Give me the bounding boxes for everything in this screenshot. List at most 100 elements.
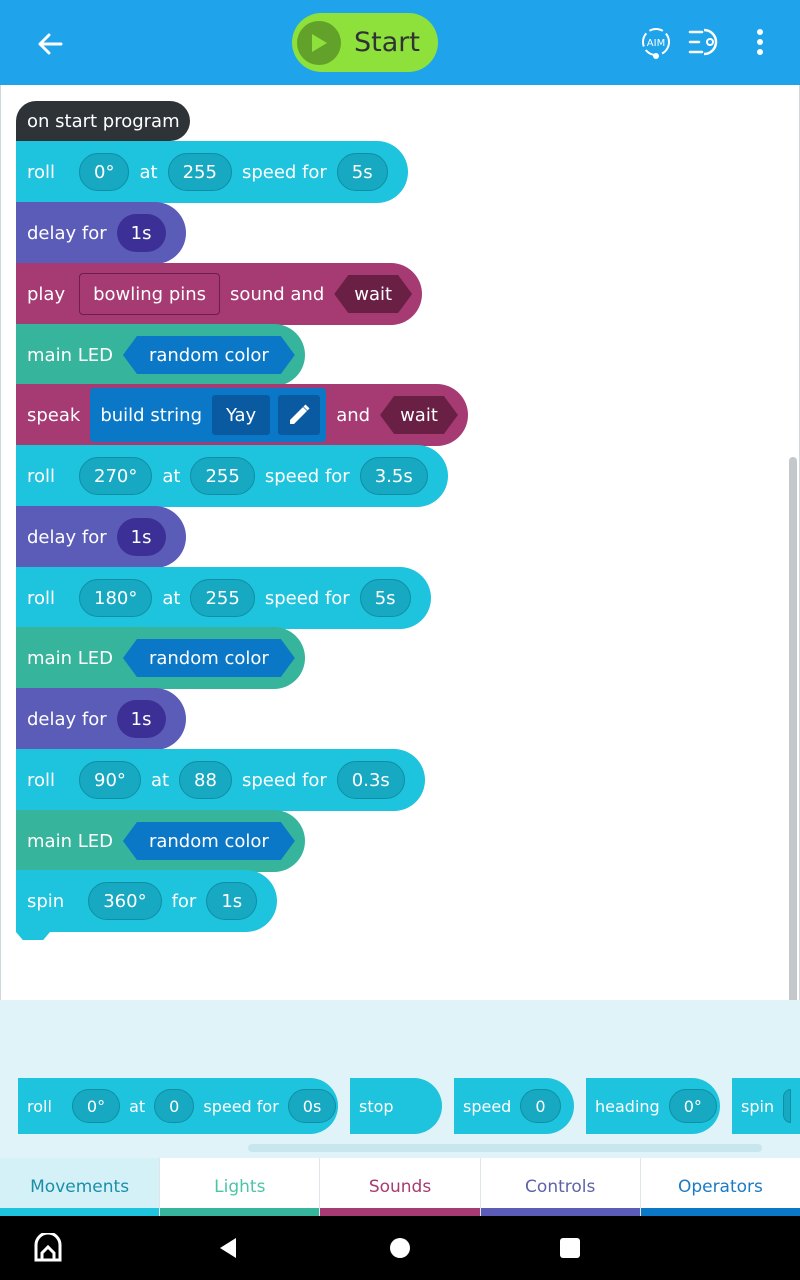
- heading-input[interactable]: 180°: [79, 579, 153, 617]
- string-input[interactable]: Yay: [212, 395, 271, 435]
- back-arrow-icon[interactable]: [30, 24, 70, 64]
- tab-operators[interactable]: Operators: [640, 1158, 800, 1216]
- roll-block[interactable]: roll 270° at 255 speed for 3.5s: [16, 445, 448, 507]
- and-label: and: [336, 404, 371, 426]
- at-label: at: [139, 161, 158, 183]
- sound-dropdown[interactable]: bowling pins: [79, 273, 221, 315]
- tab-controls[interactable]: Controls: [480, 1158, 641, 1216]
- color-input[interactable]: random color: [123, 822, 295, 860]
- main-led-block[interactable]: main LED random color: [16, 324, 305, 386]
- color-input[interactable]: random color: [123, 336, 295, 374]
- delay-label: delay for: [27, 526, 107, 548]
- tray-speed-block[interactable]: speed 0: [454, 1078, 574, 1134]
- tray-spin-block[interactable]: spin: [732, 1078, 800, 1134]
- tab-movements[interactable]: Movements: [0, 1158, 161, 1216]
- color-input[interactable]: random color: [123, 639, 295, 677]
- tab-color-bar: [0, 1208, 160, 1216]
- heading-input[interactable]: 0°: [668, 1089, 717, 1123]
- play-icon: [297, 20, 341, 65]
- main-led-block[interactable]: main LED random color: [16, 627, 305, 689]
- wait-dropdown[interactable]: wait: [334, 275, 412, 313]
- drive-icon[interactable]: [686, 22, 726, 62]
- speed-input[interactable]: 0: [520, 1089, 561, 1123]
- delay-block[interactable]: delay for 1s: [16, 202, 186, 264]
- program-canvas[interactable]: on start program roll 0° at 255 speed fo…: [0, 85, 800, 1051]
- roll-label: roll: [27, 769, 56, 791]
- speed-input[interactable]: 88: [179, 761, 232, 799]
- duration-input[interactable]: 5s: [336, 153, 388, 191]
- block-tray[interactable]: roll 0° at 0 speed for 0s stop speed 0 h…: [0, 1000, 800, 1158]
- delay-label: delay for: [27, 708, 107, 730]
- category-tabs: Movements Lights Sounds Controls Operato…: [0, 1158, 800, 1216]
- delay-input[interactable]: 1s: [116, 214, 166, 252]
- duration-input[interactable]: 0s: [287, 1089, 337, 1123]
- spin-label: spin: [27, 890, 65, 912]
- horizontal-scrollbar[interactable]: [248, 1144, 762, 1152]
- spin-block[interactable]: spin 360° for 1s: [16, 870, 278, 932]
- on-start-program-block[interactable]: on start program: [16, 101, 190, 141]
- tray-heading-block[interactable]: heading 0°: [586, 1078, 720, 1134]
- for-label: for: [171, 890, 197, 912]
- roll-label: roll: [27, 161, 56, 183]
- delay-input[interactable]: 1s: [116, 518, 166, 556]
- speed-input[interactable]: 255: [190, 579, 255, 617]
- speed-input[interactable]: 255: [167, 153, 232, 191]
- more-options-icon[interactable]: [740, 22, 780, 62]
- roll-block[interactable]: roll 90° at 88 speed for 0.3s: [16, 749, 425, 811]
- start-button[interactable]: Start: [292, 13, 438, 72]
- system-nav-bar: [0, 1216, 800, 1280]
- speed-for-label: speed for: [203, 1096, 279, 1116]
- top-app-bar: Start AIM: [0, 0, 800, 85]
- angle-input[interactable]: [783, 1089, 791, 1123]
- speed-input[interactable]: 255: [190, 457, 255, 495]
- nav-home-icon[interactable]: [384, 1232, 416, 1264]
- build-string-label: build string: [100, 404, 202, 426]
- tab-label: Controls: [525, 1177, 596, 1197]
- sound-and-label: sound and: [230, 283, 325, 305]
- at-label: at: [162, 587, 181, 609]
- roll-label: roll: [27, 587, 56, 609]
- aim-icon[interactable]: AIM: [636, 22, 676, 62]
- speed-input[interactable]: 0: [154, 1089, 195, 1123]
- delay-input[interactable]: 1s: [116, 700, 166, 738]
- play-sound-block[interactable]: play bowling pins sound and wait: [16, 263, 423, 325]
- delay-block[interactable]: delay for 1s: [16, 688, 186, 750]
- main-led-label: main LED: [27, 344, 113, 366]
- heading-input[interactable]: 270°: [79, 457, 153, 495]
- roll-label: roll: [27, 465, 56, 487]
- tab-label: Sounds: [368, 1177, 432, 1197]
- tab-lights[interactable]: Lights: [160, 1158, 321, 1216]
- tray-stop-block[interactable]: stop: [350, 1078, 442, 1134]
- at-label: at: [129, 1096, 146, 1116]
- edit-pencil-icon[interactable]: [278, 395, 321, 435]
- on-start-label: on start program: [27, 110, 180, 132]
- speed-for-label: speed for: [264, 587, 350, 609]
- roll-block[interactable]: roll 180° at 255 speed for 5s: [16, 567, 431, 629]
- at-label: at: [162, 465, 181, 487]
- tray-roll-block[interactable]: roll 0° at 0 speed for 0s: [18, 1078, 338, 1134]
- duration-input[interactable]: 1s: [206, 882, 258, 920]
- heading-input[interactable]: 0°: [79, 153, 130, 191]
- roll-block[interactable]: roll 0° at 255 speed for 5s: [16, 141, 408, 203]
- speak-label: speak: [27, 404, 81, 426]
- nav-back-icon[interactable]: [212, 1232, 244, 1264]
- svg-text:AIM: AIM: [647, 38, 665, 49]
- speed-for-label: speed for: [241, 161, 327, 183]
- angle-input[interactable]: 360°: [88, 882, 162, 920]
- nav-recents-icon[interactable]: [554, 1232, 586, 1264]
- delay-block[interactable]: delay for 1s: [16, 506, 186, 568]
- duration-input[interactable]: 0.3s: [336, 761, 405, 799]
- heading-label: heading: [595, 1096, 660, 1116]
- heading-input[interactable]: 90°: [79, 761, 141, 799]
- duration-input[interactable]: 3.5s: [359, 457, 428, 495]
- heading-input[interactable]: 0°: [71, 1089, 121, 1123]
- main-led-block[interactable]: main LED random color: [16, 810, 305, 872]
- build-string-block[interactable]: build string Yay: [90, 388, 327, 442]
- vertical-scrollbar[interactable]: [789, 457, 797, 1051]
- speak-block[interactable]: speak build string Yay and wait: [16, 384, 468, 446]
- sphero-app-icon[interactable]: [32, 1232, 64, 1264]
- duration-input[interactable]: 5s: [359, 579, 411, 617]
- wait-dropdown[interactable]: wait: [380, 396, 458, 434]
- tab-sounds[interactable]: Sounds: [320, 1158, 481, 1216]
- tab-color-bar: [160, 1208, 320, 1216]
